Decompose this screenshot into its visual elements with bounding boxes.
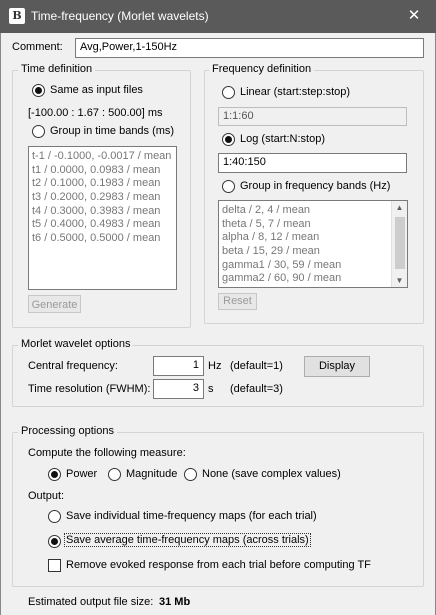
time-bands-list[interactable]: t-1 / -0.1000, -0.0017 / mean t1 / 0.000… [28, 146, 177, 290]
title-bar: B Time-frequency (Morlet wavelets) ✕ [0, 0, 436, 33]
log-input[interactable]: 1:40:150 [218, 153, 407, 173]
chevron-up-icon[interactable]: ▲ [392, 203, 407, 212]
list-item: delta / 2, 4 / mean [222, 204, 311, 216]
power-label[interactable]: Power [66, 468, 97, 480]
list-item: t3 / 0.2000, 0.2983 / mean [32, 191, 161, 204]
brainstorm-app-icon: B [9, 8, 25, 24]
output-individual-radio[interactable] [48, 510, 61, 523]
time-definition-title: Time definition [18, 63, 96, 75]
none-complex-label[interactable]: None (save complex values) [202, 468, 341, 480]
time-resolution-unit: s [208, 383, 214, 395]
time-resolution-label: Time resolution (FWHM): [28, 383, 151, 395]
linear-label[interactable]: Linear (start:step:stop) [240, 86, 350, 98]
measure-prompt: Compute the following measure: [28, 447, 186, 459]
group-frequency-bands-label[interactable]: Group in frequency bands (Hz) [240, 180, 390, 192]
reset-button[interactable]: Reset [218, 293, 257, 310]
power-radio[interactable] [48, 468, 61, 481]
frequency-definition-title: Frequency definition [209, 63, 315, 75]
remove-evoked-label[interactable]: Remove evoked response from each trial b… [66, 559, 371, 571]
processing-options-title: Processing options [18, 425, 117, 437]
list-item: t-1 / -0.1000, -0.0017 / mean [32, 150, 172, 162]
list-item: t4 / 0.3000, 0.3983 / mean [32, 204, 161, 217]
list-item: t1 / 0.0000, 0.0983 / mean [32, 163, 161, 176]
frequency-bands-list[interactable]: delta / 2, 4 / mean theta / 5, 7 / mean … [218, 200, 408, 288]
linear-input[interactable]: 1:1:60 [218, 107, 407, 126]
list-item: alpha / 8, 12 / mean [222, 231, 320, 244]
list-item: t5 / 0.4000, 0.4983 / mean [32, 218, 161, 231]
list-item: theta / 5, 7 / mean [222, 217, 311, 230]
window-title: Time-frequency (Morlet wavelets) [31, 9, 209, 23]
remove-evoked-checkbox[interactable] [48, 559, 61, 572]
output-label: Output: [28, 490, 65, 502]
group-time-bands-label[interactable]: Group in time bands (ms) [50, 125, 174, 137]
close-icon[interactable]: ✕ [392, 0, 436, 33]
display-button[interactable]: Display [304, 356, 370, 377]
output-average-label[interactable]: Save average time-frequency maps (across… [64, 533, 311, 547]
frequency-bands-scrollbar[interactable]: ▲ ▼ [391, 201, 407, 287]
central-frequency-input[interactable]: 1 [153, 356, 204, 376]
time-resolution-input[interactable]: 3 [153, 379, 204, 399]
chevron-down-icon[interactable]: ▼ [392, 276, 407, 285]
output-size-label: Estimated output file size: [28, 596, 154, 608]
log-label[interactable]: Log (start:N:stop) [240, 133, 325, 145]
morlet-options-title: Morlet wavelet options [18, 338, 134, 350]
output-average-radio[interactable] [48, 535, 61, 548]
central-frequency-label: Central frequency: [28, 360, 118, 372]
group-time-bands-radio[interactable] [32, 125, 45, 138]
list-item: t2 / 0.1000, 0.1983 / mean [32, 177, 161, 190]
list-item: t6 / 0.5000, 0.5000 / mean [32, 232, 161, 245]
time-range-text: [-100.00 : 1.67 : 500.00] ms [28, 107, 163, 119]
scroll-thumb[interactable] [395, 217, 405, 269]
time-resolution-default: (default=3) [230, 383, 283, 395]
same-as-input-label[interactable]: Same as input files [50, 84, 143, 96]
output-individual-label[interactable]: Save individual time-frequency maps (for… [66, 510, 317, 522]
none-complex-radio[interactable] [184, 468, 197, 481]
list-item: gamma2 / 60, 90 / mean [222, 272, 342, 285]
central-frequency-unit: Hz [208, 360, 222, 372]
generate-button[interactable]: Generate [28, 295, 81, 313]
group-frequency-bands-radio[interactable] [222, 180, 235, 193]
linear-radio[interactable] [222, 86, 235, 99]
log-radio[interactable] [222, 133, 235, 146]
same-as-input-radio[interactable] [32, 84, 45, 97]
list-item: beta / 15, 29 / mean [222, 245, 320, 258]
comment-label: Comment: [12, 41, 63, 53]
magnitude-label[interactable]: Magnitude [126, 468, 177, 480]
list-item: gamma1 / 30, 59 / mean [222, 258, 342, 271]
magnitude-radio[interactable] [108, 468, 121, 481]
comment-input[interactable]: Avg,Power,1-150Hz [75, 38, 424, 58]
output-size-value: 31 Mb [159, 596, 191, 608]
central-frequency-default: (default=1) [230, 360, 283, 372]
